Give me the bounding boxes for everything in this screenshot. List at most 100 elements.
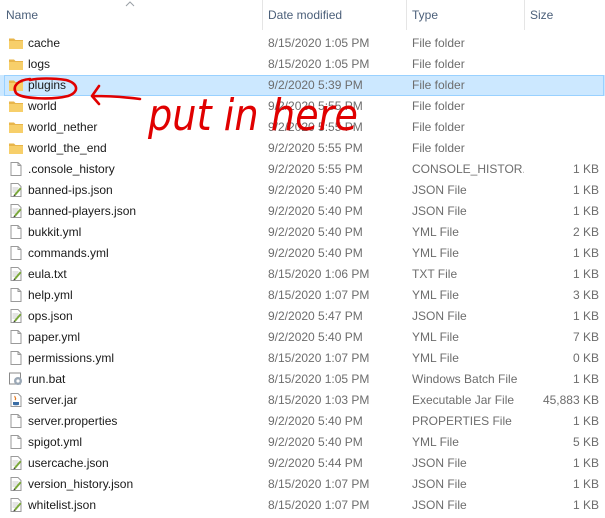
file-name: bukkit.yml <box>28 225 82 239</box>
file-row[interactable]: .console_history 9/2/2020 5:55 PM CONSOLE_… <box>0 159 605 180</box>
file-size <box>524 138 599 159</box>
file-type: CONSOLE_HISTOR... <box>412 162 524 176</box>
file-size: 1 KB <box>572 162 599 176</box>
file-date-modified: 9/2/2020 5:55 PM <box>268 99 363 113</box>
file-row[interactable]: ops.json 9/2/2020 5:47 PM JSON File 1 KB <box>0 306 605 327</box>
blank-file-icon <box>8 350 24 367</box>
file-type: File folder <box>412 141 465 155</box>
file-row[interactable]: plugins 9/2/2020 5:39 PM File folder <box>0 75 605 96</box>
file-date-modified: 9/2/2020 5:55 PM <box>268 120 363 134</box>
file-date-modified: 9/2/2020 5:40 PM <box>268 435 363 449</box>
file-name: plugins <box>28 78 67 92</box>
file-size: 3 KB <box>572 288 599 302</box>
file-row[interactable]: world 9/2/2020 5:55 PM File folder <box>0 96 605 117</box>
file-row[interactable]: help.yml 8/15/2020 1:07 PM YML File 3 KB <box>0 285 605 306</box>
file-name: paper.yml <box>28 330 81 344</box>
file-name: commands.yml <box>28 246 109 260</box>
notepad-file-icon <box>8 476 24 493</box>
file-size: 0 KB <box>572 351 599 365</box>
notepad-file-icon <box>8 266 24 283</box>
file-row[interactable]: run.bat 8/15/2020 1:05 PM Windows Batch Fi… <box>0 369 605 390</box>
notepad-file-icon <box>8 308 24 325</box>
file-row[interactable]: server.properties 9/2/2020 5:40 PM PROPERT… <box>0 411 605 432</box>
folder-icon <box>8 35 24 52</box>
file-row[interactable]: usercache.json 9/2/2020 5:44 PM JSON File 1… <box>0 453 605 474</box>
file-type: YML File <box>412 351 459 365</box>
column-header-type[interactable]: Type <box>406 0 524 30</box>
file-name: server.jar <box>28 393 78 407</box>
file-size: 1 KB <box>572 372 599 386</box>
file-list: cache 8/15/2020 1:05 PM File folder logs 8/1… <box>0 33 605 516</box>
file-type: PROPERTIES File <box>412 414 512 428</box>
file-date-modified: 8/15/2020 1:05 PM <box>268 57 370 71</box>
file-type: JSON File <box>412 309 467 323</box>
file-date-modified: 9/2/2020 5:55 PM <box>268 162 363 176</box>
file-row[interactable]: commands.yml 9/2/2020 5:40 PM YML File 1 KB <box>0 243 605 264</box>
file-date-modified: 8/15/2020 1:07 PM <box>268 351 370 365</box>
blank-file-icon <box>8 245 24 262</box>
file-name: version_history.json <box>28 477 134 491</box>
file-row[interactable]: paper.yml 9/2/2020 5:40 PM YML File 7 KB <box>0 327 605 348</box>
folder-icon <box>8 98 24 115</box>
file-row[interactable]: spigot.yml 9/2/2020 5:40 PM YML File 5 KB <box>0 432 605 453</box>
file-row[interactable]: whitelist.json 8/15/2020 1:07 PM JSON File… <box>0 495 605 516</box>
notepad-file-icon <box>8 182 24 199</box>
file-name: world_nether <box>28 120 98 134</box>
file-size: 1 KB <box>572 414 599 428</box>
notepad-file-icon <box>8 497 24 514</box>
file-size: 2 KB <box>572 225 599 239</box>
file-row[interactable]: server.jar 8/15/2020 1:03 PM Executable Ja… <box>0 390 605 411</box>
file-date-modified: 8/15/2020 1:07 PM <box>268 498 370 512</box>
batch-file-icon <box>8 371 24 388</box>
file-row[interactable]: banned-ips.json 9/2/2020 5:40 PM JSON File… <box>0 180 605 201</box>
file-row[interactable]: bukkit.yml 9/2/2020 5:40 PM YML File 2 KB <box>0 222 605 243</box>
file-date-modified: 8/15/2020 1:05 PM <box>268 36 370 50</box>
file-row[interactable]: permissions.yml 8/15/2020 1:07 PM YML File… <box>0 348 605 369</box>
file-type: JSON File <box>412 204 467 218</box>
file-size: 1 KB <box>572 477 599 491</box>
file-name: help.yml <box>28 288 73 302</box>
column-header-name[interactable]: Name <box>0 0 262 30</box>
file-row[interactable]: eula.txt 8/15/2020 1:06 PM TXT File 1 KB <box>0 264 605 285</box>
blank-file-icon <box>8 287 24 304</box>
file-type: YML File <box>412 288 459 302</box>
file-date-modified: 9/2/2020 5:39 PM <box>268 78 363 92</box>
file-size <box>524 33 599 54</box>
file-size: 7 KB <box>572 330 599 344</box>
file-size <box>524 96 599 117</box>
file-type: YML File <box>412 225 459 239</box>
column-header-size[interactable]: Size <box>524 0 605 30</box>
file-size: 1 KB <box>572 498 599 512</box>
file-name: usercache.json <box>28 456 109 470</box>
file-date-modified: 9/2/2020 5:40 PM <box>268 246 363 260</box>
file-row[interactable]: world_nether 9/2/2020 5:55 PM File folder <box>0 117 605 138</box>
file-date-modified: 9/2/2020 5:44 PM <box>268 456 363 470</box>
folder-icon <box>8 140 24 157</box>
file-row[interactable]: banned-players.json 9/2/2020 5:40 PM JSON … <box>0 201 605 222</box>
file-date-modified: 8/15/2020 1:05 PM <box>268 372 370 386</box>
file-date-modified: 9/2/2020 5:40 PM <box>268 225 363 239</box>
file-size: 1 KB <box>572 309 599 323</box>
file-date-modified: 9/2/2020 5:40 PM <box>268 330 363 344</box>
file-row[interactable]: world_the_end 9/2/2020 5:55 PM File folder <box>0 138 605 159</box>
file-size: 1 KB <box>572 246 599 260</box>
file-type: JSON File <box>412 477 467 491</box>
file-row[interactable]: version_history.json 8/15/2020 1:07 PM JSO… <box>0 474 605 495</box>
file-type: Windows Batch File <box>412 372 518 386</box>
folder-icon <box>8 119 24 136</box>
file-date-modified: 9/2/2020 5:47 PM <box>268 309 363 323</box>
file-type: TXT File <box>412 267 458 281</box>
file-name: banned-players.json <box>28 204 137 218</box>
file-size: 1 KB <box>572 267 599 281</box>
file-size: 45,883 KB <box>542 393 599 407</box>
file-type: File folder <box>412 57 465 71</box>
file-name: .console_history <box>28 162 115 176</box>
file-name: eula.txt <box>28 267 67 281</box>
file-date-modified: 8/15/2020 1:07 PM <box>268 477 370 491</box>
file-row[interactable]: logs 8/15/2020 1:05 PM File folder <box>0 54 605 75</box>
file-size <box>524 117 599 138</box>
column-header-date-modified[interactable]: Date modified <box>262 0 406 30</box>
file-name: cache <box>28 36 61 50</box>
file-row[interactable]: cache 8/15/2020 1:05 PM File folder <box>0 33 605 54</box>
file-date-modified: 8/15/2020 1:03 PM <box>268 393 370 407</box>
